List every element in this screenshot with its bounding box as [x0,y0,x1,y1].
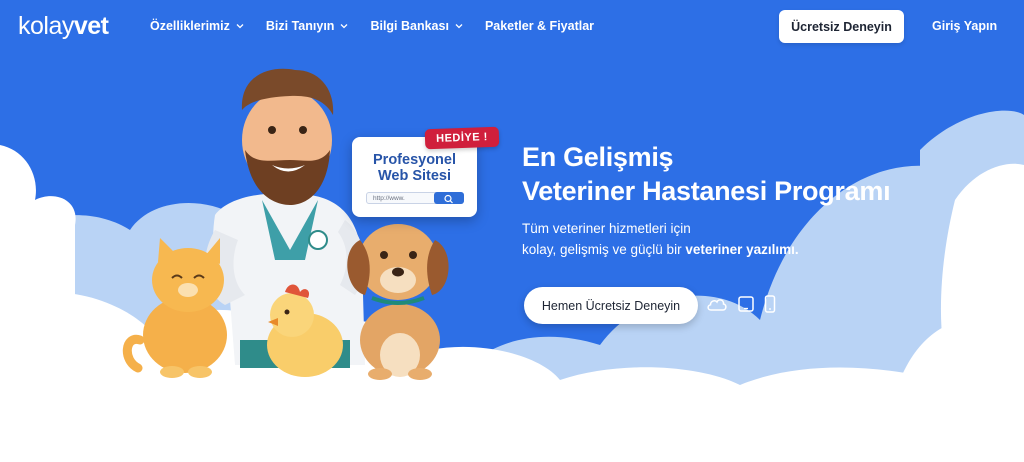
search-icon [444,194,453,204]
nav-item-knowledge-base[interactable]: Bilgi Bankası [370,19,463,33]
hero-headline: En Gelişmiş Veteriner Hastanesi Programı [522,142,891,206]
site-header: kolayvet Özelliklerimiz Bizi Tanıyın Bil… [0,0,1024,54]
chevron-down-icon [236,24,244,29]
tablet-icon [737,295,755,313]
phone-icon [764,295,776,313]
promo-search-button [434,192,464,204]
nav-item-features[interactable]: Özelliklerimiz [150,19,244,33]
cloud-icon [706,296,728,312]
start-free-trial-button[interactable]: Hemen Ücretsiz Deneyin [524,287,698,324]
nav-item-about[interactable]: Bizi Tanıyın [266,19,349,33]
gift-badge: HEDİYE ! [424,126,500,150]
platform-icons [706,295,785,313]
hero-section: Profesyonel Web Sitesi http://www. HEDİY… [0,0,1024,462]
free-trial-button[interactable]: Ücretsiz Deneyin [779,10,904,43]
hero-subtitle: Tüm veteriner hizmetleri için kolay, gel… [522,221,799,257]
veterinarian-illustration [122,68,449,380]
chevron-down-icon [340,24,348,29]
nav-item-pricing[interactable]: Paketler & Fiyatlar [485,19,594,33]
kolayvet-logo[interactable]: kolayvet [18,12,109,40]
main-nav: Özelliklerimiz Bizi Tanıyın Bilgi Bankas… [150,19,616,33]
promo-title: Profesyonel Web Sitesi [373,152,456,184]
web-site-promo-card: Profesyonel Web Sitesi http://www. [352,137,477,217]
chevron-down-icon [455,24,463,29]
login-link[interactable]: Giriş Yapın [932,19,997,33]
